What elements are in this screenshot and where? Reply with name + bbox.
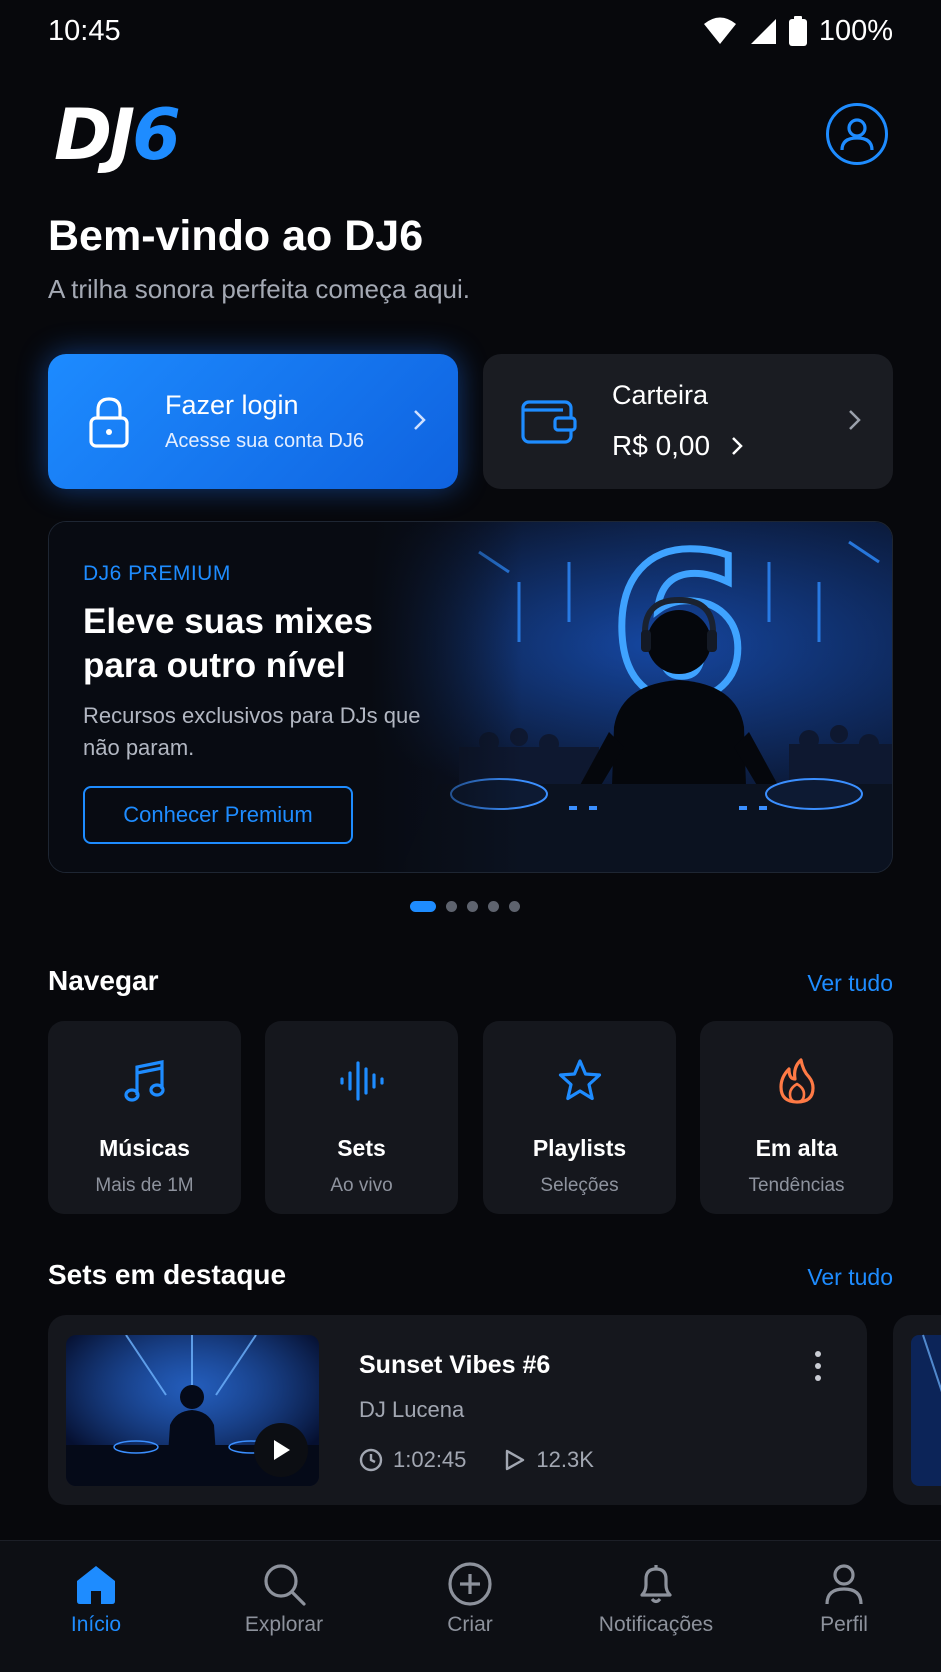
next-set-thumbnail bbox=[911, 1334, 941, 1486]
more-options-button[interactable] bbox=[815, 1351, 821, 1381]
status-time: 10:45 bbox=[48, 14, 121, 47]
tile-subtitle: Seleções bbox=[540, 1175, 619, 1196]
battery-icon bbox=[788, 16, 807, 46]
welcome-title: Bem-vindo ao DJ6 bbox=[48, 212, 424, 260]
more-vertical-icon bbox=[815, 1351, 821, 1357]
battery-percent: 100% bbox=[818, 14, 893, 47]
bottom-navigation: Início Explorar Criar Notificações Perfi… bbox=[0, 1540, 941, 1672]
chevron-right-icon bbox=[732, 437, 743, 455]
browse-tile-em-alta[interactable]: Em alta Tendências bbox=[700, 1021, 893, 1214]
tile-subtitle: Tendências bbox=[748, 1175, 845, 1196]
profile-avatar-button[interactable] bbox=[826, 103, 888, 165]
plus-circle-icon bbox=[448, 1562, 492, 1606]
home-icon bbox=[77, 1566, 115, 1604]
wallet-amount-row: R$ 0,00 bbox=[612, 430, 744, 462]
search-icon bbox=[264, 1564, 306, 1606]
nav-item-inicio[interactable]: Início bbox=[16, 1561, 176, 1637]
nav-item-criar[interactable]: Criar bbox=[390, 1561, 550, 1637]
wallet-card-button[interactable]: Carteira R$ 0,00 bbox=[483, 354, 893, 489]
premium-title: Eleve suas mixes para outro nível bbox=[83, 602, 373, 685]
wifi-icon bbox=[703, 17, 736, 44]
browse-section-title: Navegar bbox=[48, 965, 159, 996]
signal-icon bbox=[750, 19, 776, 44]
set-artist: DJ Lucena bbox=[359, 1397, 465, 1422]
wallet-title: Carteira bbox=[612, 380, 709, 410]
welcome-subtitle: A trilha sonora perfeita começa aqui. bbox=[48, 274, 471, 304]
set-title: Sunset Vibes #6 bbox=[359, 1351, 551, 1379]
login-card-button[interactable]: Fazer login Acesse sua conta DJ6 bbox=[48, 354, 458, 489]
premium-description: Recursos exclusivos para DJs que não par… bbox=[83, 703, 421, 760]
premium-label: DJ6 PREMIUM bbox=[83, 562, 231, 585]
carousel-dot[interactable] bbox=[509, 901, 520, 912]
login-title: Fazer login bbox=[165, 390, 299, 420]
tile-label: Em alta bbox=[755, 1135, 838, 1161]
tile-subtitle: Ao vivo bbox=[330, 1175, 393, 1196]
premium-cta-button[interactable]: Conhecer Premium bbox=[83, 786, 353, 844]
nav-label: Notificações bbox=[598, 1613, 714, 1636]
clock-icon bbox=[359, 1448, 383, 1472]
browse-see-all-link[interactable]: Ver tudo bbox=[807, 970, 893, 997]
browse-tile-playlists[interactable]: Playlists Seleções bbox=[483, 1021, 676, 1214]
premium-banner[interactable]: 6 DJ6 PREMIUM Eleve suas mixes para outr… bbox=[48, 521, 893, 873]
featured-see-all-link[interactable]: Ver tudo bbox=[807, 1264, 893, 1291]
set-duration: 1:02:45 bbox=[393, 1447, 467, 1472]
set-meta: 1:02:45 12.3K bbox=[359, 1447, 594, 1473]
chevron-right-icon bbox=[414, 410, 426, 430]
lock-icon bbox=[89, 397, 129, 448]
carousel-dot[interactable] bbox=[446, 901, 457, 912]
nav-label: Perfil bbox=[820, 1613, 868, 1636]
dj6-logo: DJ6 bbox=[54, 100, 181, 170]
nav-item-notificacoes[interactable]: Notificações bbox=[576, 1561, 736, 1637]
next-set-card-peek[interactable] bbox=[893, 1315, 941, 1505]
tile-label: Sets bbox=[337, 1135, 386, 1161]
chevron-right-icon bbox=[849, 410, 861, 430]
user-icon bbox=[825, 1564, 863, 1605]
status-icons: 100% bbox=[703, 15, 893, 48]
set-plays: 12.3K bbox=[536, 1447, 594, 1472]
tile-subtitle: Mais de 1M bbox=[95, 1175, 194, 1196]
browse-tile-musicas[interactable]: Músicas Mais de 1M bbox=[48, 1021, 241, 1214]
logo-number: 6 bbox=[132, 94, 181, 176]
nav-label: Início bbox=[70, 1613, 122, 1636]
logo-text: DJ bbox=[54, 94, 135, 176]
wallet-balance: R$ 0,00 bbox=[612, 430, 711, 461]
user-icon bbox=[840, 118, 874, 151]
set-thumbnail bbox=[66, 1335, 319, 1486]
carousel-dot[interactable] bbox=[488, 901, 499, 912]
browse-tile-sets[interactable]: Sets Ao vivo bbox=[265, 1021, 458, 1214]
featured-section-title: Sets em destaque bbox=[48, 1259, 287, 1290]
play-button[interactable] bbox=[254, 1423, 308, 1477]
featured-set-card[interactable]: Sunset Vibes #6 DJ Lucena 1:02:45 12.3K bbox=[48, 1315, 867, 1505]
status-bar: 10:45 100% bbox=[0, 0, 941, 62]
wallet-icon bbox=[521, 400, 577, 444]
play-icon bbox=[274, 1440, 290, 1460]
nav-label: Criar bbox=[447, 1613, 493, 1636]
login-subtitle: Acesse sua conta DJ6 bbox=[165, 430, 364, 452]
flame-icon bbox=[778, 1058, 815, 1104]
music-note-icon bbox=[123, 1060, 165, 1102]
waveform-icon bbox=[339, 1061, 384, 1101]
carousel-indicator bbox=[410, 901, 520, 912]
play-count-icon bbox=[506, 1449, 525, 1471]
nav-item-perfil[interactable]: Perfil bbox=[764, 1561, 924, 1637]
carousel-dot[interactable] bbox=[467, 901, 478, 912]
carousel-dot[interactable] bbox=[410, 901, 436, 912]
tile-label: Playlists bbox=[532, 1135, 627, 1161]
bell-icon bbox=[640, 1565, 672, 1604]
nav-label: Explorar bbox=[244, 1613, 324, 1636]
star-icon bbox=[558, 1059, 601, 1101]
nav-item-explorar[interactable]: Explorar bbox=[204, 1561, 364, 1637]
tile-label: Músicas bbox=[99, 1135, 190, 1161]
